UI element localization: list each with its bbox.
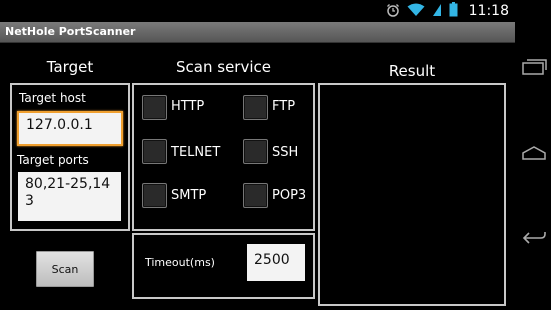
recent-apps-icon	[521, 58, 547, 80]
signal-icon	[432, 2, 442, 21]
target-ports-label: Target ports	[17, 153, 89, 167]
scan-service-heading: Scan service	[176, 58, 271, 76]
back-button[interactable]	[521, 229, 547, 251]
home-button[interactable]	[521, 144, 547, 166]
timeout-input[interactable]: 2500	[247, 244, 305, 281]
status-icons: 11:18	[386, 1, 509, 21]
target-host-input[interactable]: 127.0.0.1	[17, 111, 123, 146]
alarm-icon	[386, 2, 400, 21]
wifi-icon	[407, 2, 425, 21]
telnet-checkbox[interactable]	[142, 139, 167, 164]
target-host-label: Target host	[19, 91, 86, 105]
pop3-label: POP3	[272, 188, 307, 203]
result-panel	[318, 83, 506, 306]
target-panel: Target host 127.0.0.1 Target ports 80,21…	[10, 83, 130, 231]
scan-service-panel: HTTP FTP TELNET SSH SMTP POP3	[132, 83, 315, 231]
clock: 11:18	[468, 3, 509, 19]
http-label: HTTP	[171, 99, 205, 114]
ftp-checkbox[interactable]	[243, 95, 268, 120]
battery-icon	[449, 1, 458, 21]
telnet-label: TELNET	[171, 145, 221, 160]
target-ports-line-1: 80,21-25,14	[25, 176, 111, 192]
ssh-checkbox[interactable]	[243, 139, 268, 164]
navigation-bar	[515, 0, 551, 310]
app-titlebar: NetHole PortScanner	[0, 22, 515, 43]
app-title: NetHole PortScanner	[5, 25, 136, 38]
pop3-checkbox[interactable]	[243, 183, 268, 208]
back-arrow-icon	[521, 230, 547, 250]
ssh-label: SSH	[272, 145, 299, 160]
recent-apps-button[interactable]	[521, 58, 547, 80]
timeout-panel: Timeout(ms) 2500	[132, 233, 315, 299]
status-bar: 11:18	[0, 0, 515, 22]
target-heading: Target	[46, 58, 94, 76]
smtp-checkbox[interactable]	[142, 183, 167, 208]
target-ports-line-2: 3	[25, 193, 34, 209]
home-icon	[521, 145, 547, 165]
http-checkbox[interactable]	[142, 95, 167, 120]
smtp-label: SMTP	[171, 188, 207, 203]
target-ports-input[interactable]: 80,21-25,14 3	[18, 172, 121, 221]
result-heading: Result	[388, 62, 436, 80]
ftp-label: FTP	[272, 99, 296, 114]
scan-button[interactable]: Scan	[36, 251, 94, 287]
timeout-label: Timeout(ms)	[145, 256, 215, 269]
